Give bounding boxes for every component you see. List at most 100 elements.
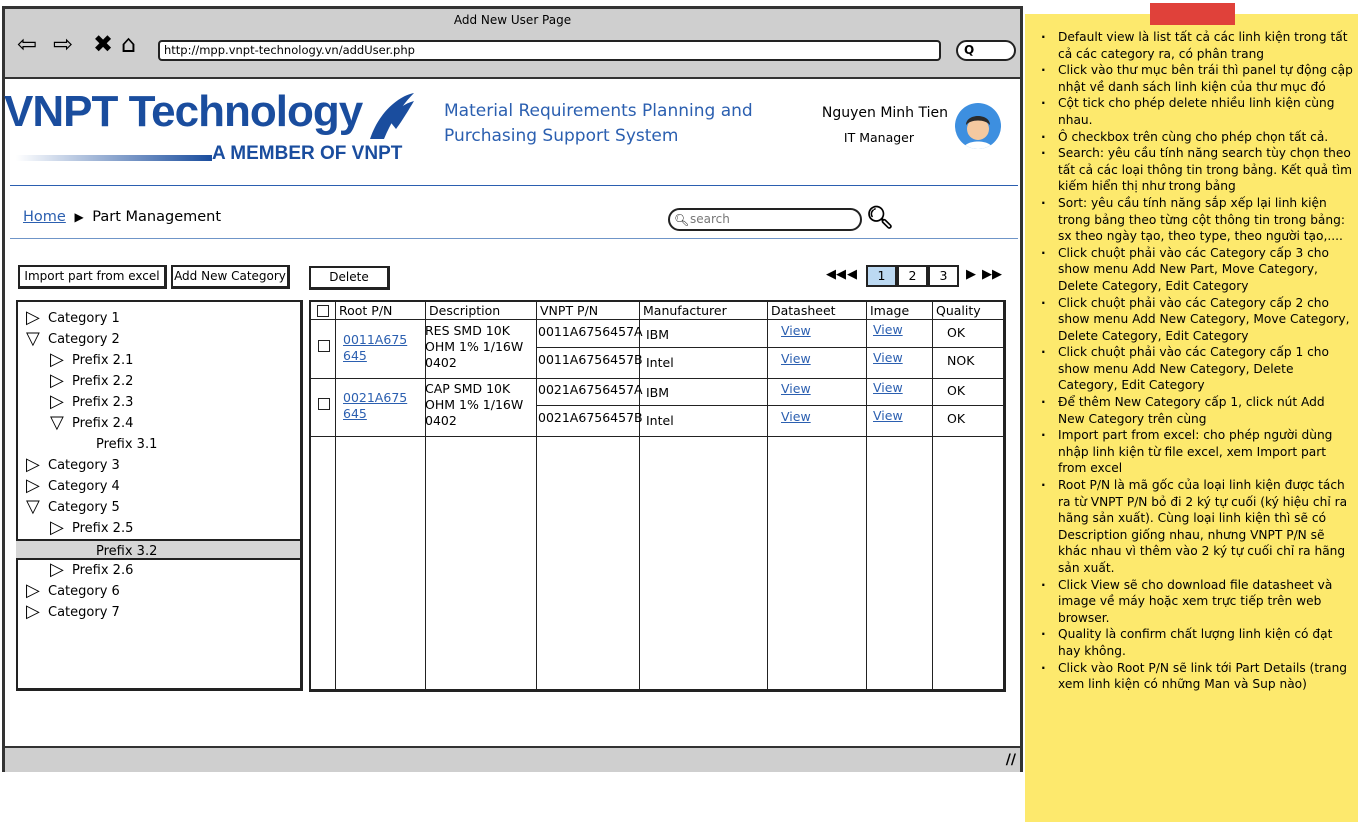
browser-search-field[interactable]: Q	[956, 40, 1016, 61]
tree-node-label: Prefix 3.2	[96, 544, 158, 559]
last-page-icon[interactable]: ▶▶	[982, 265, 1002, 287]
search-input[interactable]: 🔍︎ search	[668, 208, 862, 231]
manufacturer-cell: Intel	[646, 355, 674, 370]
row-checkbox[interactable]	[318, 340, 330, 352]
logo-bar	[16, 155, 212, 161]
note-item: Click vào thư mục bên trái thì panel tự …	[1041, 62, 1353, 95]
tree-node[interactable]: ▽ Prefix 2.4	[50, 413, 133, 434]
page-button-2[interactable]: 2	[897, 265, 928, 287]
notes-list: Default view là list tất cả các linh kiệ…	[1041, 29, 1353, 693]
tree-node[interactable]: ▷ Category 3	[26, 455, 120, 476]
back-arrow-icon[interactable]: ⇦	[17, 31, 37, 57]
image-view-link[interactable]: View	[873, 380, 903, 395]
header-divider	[10, 185, 1018, 186]
home-icon[interactable]: ⌂	[121, 31, 136, 57]
tree-node[interactable]: Prefix 3.1	[96, 434, 157, 455]
image-view-link[interactable]: View	[873, 350, 903, 365]
caret-right-icon[interactable]: ▷	[50, 372, 68, 390]
caret-down-icon[interactable]: ▽	[26, 498, 44, 516]
forward-arrow-icon[interactable]: ⇨	[53, 31, 73, 57]
caret-right-icon[interactable]: ▷	[50, 561, 68, 579]
caret-right-icon[interactable]: ▷	[50, 351, 68, 369]
vnpt-pn-cell: 0021A6756457B	[538, 410, 643, 425]
browser-window: Add New User Page ⇦ ⇨ ✖ ⌂ http://mpp.vnp…	[2, 6, 1023, 772]
resize-grip-icon[interactable]: //	[1006, 752, 1016, 768]
row-checkbox[interactable]	[318, 398, 330, 410]
vnpt-pn-cell: 0011A6756457A	[538, 324, 643, 339]
first-page-icon[interactable]: ◀◀	[826, 265, 846, 287]
category-tree: ▷ Category 1 ▽ Category 2 ▷ Prefix 2.1 ▷ Prefix…	[16, 300, 303, 691]
caret-right-icon[interactable]: ▷	[50, 393, 68, 411]
caret-right-icon[interactable]: ▷	[26, 309, 44, 327]
page-button-3[interactable]: 3	[928, 265, 959, 287]
caret-right-icon[interactable]: ▷	[26, 603, 44, 621]
close-icon[interactable]: ✖	[93, 31, 113, 57]
tree-node-label: Category 5	[48, 500, 120, 515]
tree-node[interactable]: Prefix 3.2	[16, 539, 300, 560]
tree-node[interactable]: ▷ Prefix 2.6	[50, 560, 133, 581]
image-view-link[interactable]: View	[873, 322, 903, 337]
note-item: Để thêm New Category cấp 1, click nút Ad…	[1041, 394, 1353, 427]
search-button-icon[interactable]: 🔍︎	[866, 206, 894, 231]
prev-page-icon[interactable]: ◀	[847, 265, 857, 287]
tree-node[interactable]: ▷ Prefix 2.3	[50, 392, 133, 413]
parts-table: Root P/N Description VNPT P/N Manufacturer D…	[309, 300, 1006, 692]
caret-right-icon[interactable]: ▷	[26, 477, 44, 495]
browser-statusbar: //	[5, 746, 1020, 772]
tree-node[interactable]: ▷ Category 7	[26, 602, 120, 623]
import-part-button[interactable]: Import part from excel	[18, 265, 167, 289]
caret-right-icon[interactable]: ▷	[26, 582, 44, 600]
logo-text: VNPT Technology	[4, 87, 363, 136]
root-pn-link[interactable]: 0021A675645	[343, 390, 413, 422]
note-item: Root P/N là mã gốc của loại linh kiện đư…	[1041, 477, 1353, 577]
datasheet-view-link[interactable]: View	[781, 409, 811, 424]
tree-node-label: Prefix 2.6	[72, 563, 134, 578]
tree-node[interactable]: ▷ Category 1	[26, 308, 120, 329]
quality-cell: OK	[947, 325, 966, 340]
datasheet-view-link[interactable]: View	[781, 381, 811, 396]
page-button-1[interactable]: 1	[866, 265, 897, 287]
manufacturer-cell: IBM	[646, 385, 670, 400]
tree-node-label: Prefix 2.5	[72, 521, 134, 536]
avatar[interactable]	[955, 103, 1001, 149]
tree-node[interactable]: ▽ Category 2	[26, 329, 120, 350]
address-bar[interactable]: http://mpp.vnpt-technology.vn/addUser.ph…	[158, 40, 941, 61]
root-pn-link[interactable]: 0011A675645	[343, 332, 413, 364]
datasheet-view-link[interactable]: View	[781, 351, 811, 366]
description-cell: CAP SMD 10K OHM 1% 1/16W 0402	[425, 381, 524, 428]
note-item: Click vào Root P/N sẽ link tới Part Deta…	[1041, 660, 1353, 693]
note-item: Click chuột phải vào các Category cấp 1 …	[1041, 344, 1353, 394]
image-view-link[interactable]: View	[873, 408, 903, 423]
column-header[interactable]: Description	[429, 303, 500, 318]
next-page-icon[interactable]: ▶	[966, 265, 976, 287]
note-item: Cột tick cho phép delete nhiều linh kiện…	[1041, 95, 1353, 128]
breadcrumb-home-link[interactable]: Home	[23, 209, 66, 225]
select-all-checkbox[interactable]	[317, 305, 329, 317]
column-divider	[932, 302, 933, 689]
note-item: Click chuột phải vào các Category cấp 2 …	[1041, 295, 1353, 345]
tree-node[interactable]: ▷ Prefix 2.2	[50, 371, 133, 392]
tree-node[interactable]: ▷ Prefix 2.1	[50, 350, 133, 371]
caret-down-icon[interactable]: ▽	[26, 330, 44, 348]
caret-down-icon[interactable]: ▽	[50, 414, 68, 432]
tree-node[interactable]: ▷ Prefix 2.5	[50, 518, 133, 539]
column-header[interactable]: VNPT P/N	[540, 303, 598, 318]
caret-right-icon[interactable]: ▷	[26, 456, 44, 474]
caret-right-icon[interactable]: ▷	[50, 519, 68, 537]
delete-button[interactable]: Delete	[309, 266, 390, 290]
datasheet-view-link[interactable]: View	[781, 323, 811, 338]
window-title: Add New User Page	[453, 13, 572, 27]
tree-node-label: Category 6	[48, 584, 120, 599]
column-header[interactable]: Quality	[936, 303, 981, 318]
tree-node[interactable]: ▷ Category 4	[26, 476, 120, 497]
tree-node[interactable]: ▽ Category 5	[26, 497, 120, 518]
column-header[interactable]: Root P/N	[339, 303, 392, 318]
note-item: Search: yêu cầu tính năng search tùy chọ…	[1041, 145, 1353, 195]
add-new-category-button[interactable]: Add New Category	[171, 265, 290, 289]
logo-swoosh-icon	[370, 93, 414, 139]
column-header[interactable]: Image	[870, 303, 909, 318]
column-header[interactable]: Manufacturer	[643, 303, 727, 318]
tree-node[interactable]: ▷ Category 6	[26, 581, 120, 602]
column-header[interactable]: Datasheet	[771, 303, 836, 318]
subrow-divider	[536, 405, 1003, 406]
